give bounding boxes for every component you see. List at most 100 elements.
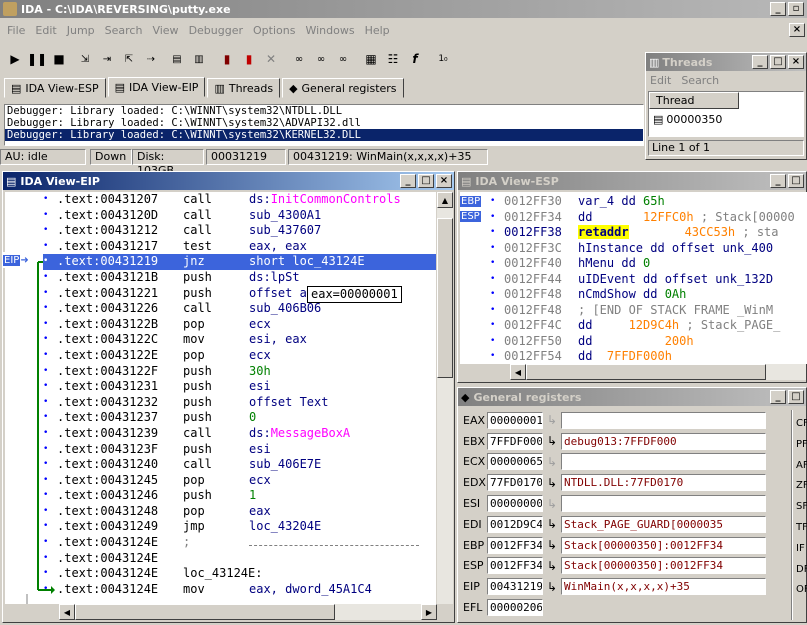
step-out-icon[interactable]: ⇱ bbox=[118, 48, 140, 70]
trace-function-icon[interactable]: ∞ bbox=[310, 48, 332, 70]
threads-close-button[interactable]: × bbox=[788, 55, 804, 69]
minimize-button[interactable]: _ bbox=[770, 2, 786, 16]
jump-arrow-icon[interactable]: ↳ bbox=[543, 476, 561, 490]
jump-arrow-icon[interactable]: ↳ bbox=[543, 455, 561, 469]
stack-line[interactable]: • 0012FF44 uIDEvent dd offset unk_132D bbox=[490, 272, 807, 288]
trace-write-icon[interactable]: ∞ bbox=[332, 48, 354, 70]
register-value[interactable]: 0012D9C4 bbox=[487, 515, 543, 533]
scroll-left-icon[interactable]: ◀ bbox=[510, 364, 526, 380]
run-to-cursor-icon[interactable]: ⇢ bbox=[140, 48, 162, 70]
disasm-line[interactable]: • .text:00431240 call sub_406E7E bbox=[43, 457, 436, 473]
scroll-left-icon[interactable]: ◀ bbox=[59, 604, 75, 620]
eip-disassembly[interactable]: • .text:00431207 call ds:InitCommonControls… bbox=[5, 192, 436, 604]
disasm-line[interactable]: • .text:00431245 pop ecx bbox=[43, 473, 436, 489]
registers-minimize-button[interactable]: _ bbox=[770, 390, 786, 404]
menu-edit[interactable]: Edit bbox=[30, 24, 61, 37]
register-value[interactable]: 0012FF34 bbox=[487, 557, 543, 575]
jump-arrow-icon[interactable]: ↳ bbox=[543, 538, 561, 552]
jump-arrow-icon[interactable]: ↳ bbox=[543, 559, 561, 573]
disasm-line[interactable]: • .text:00431232 push offset Text bbox=[43, 395, 436, 411]
tab-threads[interactable]: ▥ Threads bbox=[207, 78, 281, 98]
stack-line[interactable]: • 0012FF50 dd 200h bbox=[490, 334, 807, 350]
stop-icon[interactable]: ■ bbox=[48, 48, 70, 70]
stack-line[interactable]: • 0012FF4C dd 12D9C4h ; Stack_PAGE_ bbox=[490, 318, 807, 334]
jump-arrow-icon[interactable]: ↳ bbox=[543, 413, 561, 427]
esp-hscroll-thumb[interactable] bbox=[526, 364, 766, 380]
stack-line[interactable]: • 0012FF38 retaddr 43CC53h ; sta bbox=[490, 225, 807, 241]
jump-arrow-icon[interactable]: ↳ bbox=[543, 580, 561, 594]
jump-arrow-icon[interactable]: ↳ bbox=[543, 517, 561, 531]
delete-breakpoint-icon[interactable]: ✕ bbox=[260, 48, 282, 70]
eip-vertical-scrollbar[interactable]: ▲ bbox=[437, 192, 453, 604]
register-value[interactable]: 00000000 bbox=[487, 495, 543, 513]
pause-icon[interactable]: ❚❚ bbox=[26, 48, 48, 70]
register-value[interactable]: 7FFDF000 bbox=[487, 432, 543, 450]
disasm-line[interactable]: • .text:0043124E; bbox=[43, 535, 436, 551]
restore-button[interactable]: ▫ bbox=[788, 2, 804, 16]
step-over-icon[interactable]: ⇥ bbox=[96, 48, 118, 70]
eip-horizontal-scrollbar[interactable]: ◀ ▶ bbox=[59, 604, 437, 620]
disasm-line[interactable]: • .text:0043121B push ds:lpSt bbox=[43, 270, 436, 286]
disasm-line[interactable]: • .text:00431246 push 1 bbox=[43, 488, 436, 504]
registers-maximize-button[interactable]: □ bbox=[788, 390, 804, 404]
eip-hscroll-thumb[interactable] bbox=[75, 604, 335, 620]
scroll-up-icon[interactable]: ▲ bbox=[437, 192, 453, 208]
stack-line[interactable]: • 0012FF3C hInstance dd offset unk_400 bbox=[490, 241, 807, 257]
menu-debugger[interactable]: Debugger bbox=[184, 24, 248, 37]
disasm-line[interactable]: • .text:0043122C mov esi, eax bbox=[43, 332, 436, 348]
stack-line[interactable]: • 0012FF48 ; [END OF STACK FRAME _WinM bbox=[490, 303, 807, 319]
disasm-line[interactable]: • .text:00431249 jmp loc_43204E bbox=[43, 519, 436, 535]
menu-search[interactable]: Search bbox=[100, 24, 148, 37]
threads-maximize-button[interactable]: □ bbox=[770, 55, 786, 69]
disasm-line[interactable]: • .text:0043124E bbox=[43, 551, 436, 567]
disasm-line[interactable]: • .text:00431217 test eax, eax bbox=[43, 239, 436, 255]
menu-options[interactable]: Options bbox=[248, 24, 300, 37]
esp-stack-view[interactable]: • 0012FF30 var_4 dd 65h • 0012FF34 dd 12FFC0h… bbox=[460, 192, 807, 364]
threads-column-header[interactable]: Thread bbox=[649, 92, 739, 109]
stack-line[interactable]: • 0012FF30 var_4 dd 65h bbox=[490, 194, 807, 210]
eip-minimize-button[interactable]: _ bbox=[400, 174, 416, 188]
stack-trace-icon[interactable]: ☷ bbox=[382, 48, 404, 70]
disasm-line[interactable]: • .text:00431237 push 0 bbox=[43, 410, 436, 426]
disasm-line[interactable]: • .text:00431226 call sub_406B06 bbox=[43, 301, 436, 317]
eip-maximize-button[interactable]: □ bbox=[418, 174, 434, 188]
register-value[interactable]: 00000001 bbox=[487, 411, 543, 429]
register-value[interactable]: 00000206 bbox=[487, 599, 543, 617]
step-into-icon[interactable]: ⇲ bbox=[74, 48, 96, 70]
breakpoint-add-icon[interactable]: ▮ bbox=[216, 48, 238, 70]
threads-list-item[interactable]: ▤ 00000350 bbox=[649, 109, 803, 129]
stack-line[interactable]: • 0012FF40 hMenu dd 0 bbox=[490, 256, 807, 272]
esp-maximize-button[interactable]: □ bbox=[788, 174, 804, 188]
threads-minimize-button[interactable]: _ bbox=[752, 55, 768, 69]
eip-close-button[interactable]: × bbox=[436, 174, 452, 188]
menu-help[interactable]: Help bbox=[360, 24, 395, 37]
threads-menu-edit[interactable]: Edit bbox=[650, 74, 671, 87]
stack-line[interactable]: • 0012FF34 dd 12FFC0h ; Stack[00000 bbox=[490, 210, 807, 226]
disasm-line[interactable]: • .text:00431207 call ds:InitCommonControls bbox=[43, 192, 436, 208]
tab-general-registers[interactable]: ◆ General registers bbox=[282, 78, 404, 98]
eip-scroll-thumb[interactable] bbox=[437, 218, 453, 378]
scroll-right-icon[interactable]: ▶ bbox=[421, 604, 437, 620]
tab-ida-view-esp[interactable]: ▤ IDA View-ESP bbox=[4, 78, 106, 98]
disasm-line[interactable]: • .text:00431231 push esi bbox=[43, 379, 436, 395]
trace-instruction-icon[interactable]: ∞ bbox=[288, 48, 310, 70]
esp-minimize-button[interactable]: _ bbox=[770, 174, 786, 188]
disasm-line[interactable]: • .text:00431248 pop eax bbox=[43, 504, 436, 520]
register-value[interactable]: 0012FF34 bbox=[487, 536, 543, 554]
register-value[interactable]: 00000065 bbox=[487, 453, 543, 471]
disasm-line[interactable]: • .text:00431239 call ds:MessageBoxA bbox=[43, 426, 436, 442]
register-value[interactable]: 00431219 bbox=[487, 578, 543, 596]
trace-window-icon[interactable]: ▦ bbox=[360, 48, 382, 70]
menu-view[interactable]: View bbox=[147, 24, 183, 37]
menu-windows[interactable]: Windows bbox=[300, 24, 359, 37]
menu-jump[interactable]: Jump bbox=[62, 24, 100, 37]
jump-arrow-icon[interactable]: ↳ bbox=[543, 497, 561, 511]
disasm-line[interactable]: • .text:0043124E mov eax, dword_45A1C4 bbox=[43, 582, 436, 598]
mdi-close-button[interactable]: × bbox=[789, 23, 805, 37]
run-icon[interactable]: ▶ bbox=[4, 48, 26, 70]
disasm-line-current[interactable]: • .text:00431219 jnz short loc_43124E bbox=[43, 254, 436, 270]
stack-line[interactable]: • 0012FF54 dd 7FFDF000h bbox=[490, 349, 807, 364]
hex-icon[interactable]: 1₀ bbox=[432, 48, 454, 70]
tab-ida-view-eip[interactable]: ▤ IDA View-EIP bbox=[107, 77, 206, 97]
disasm-line[interactable]: • .text:0043122B pop ecx bbox=[43, 317, 436, 333]
